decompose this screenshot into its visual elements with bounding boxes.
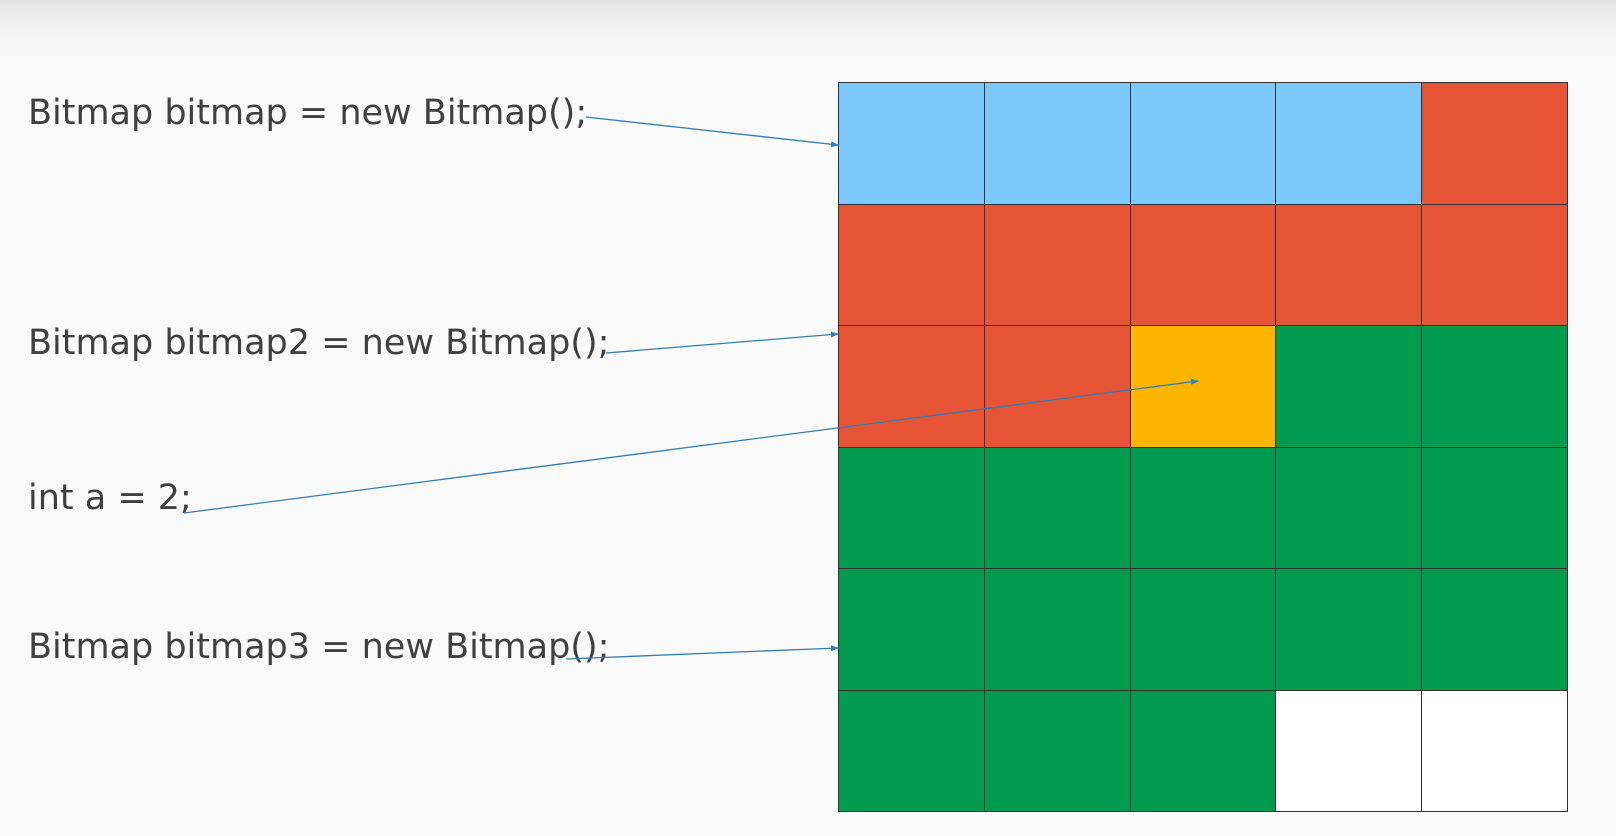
memory-cell-green [838, 446, 984, 568]
memory-cell-blue [983, 82, 1130, 204]
memory-cell-green [1421, 446, 1567, 568]
code-label-bitmap: Bitmap bitmap = new Bitmap(); [28, 93, 588, 133]
memory-cell-white [1421, 689, 1567, 811]
memory-cell-green [838, 568, 984, 690]
memory-cell-red [1421, 82, 1567, 204]
memory-cell-green [1421, 568, 1567, 690]
memory-cell-blue [1129, 82, 1276, 204]
memory-cell-yellow [1129, 325, 1276, 447]
memory-cell-green [1129, 568, 1276, 690]
memory-cell-red [983, 203, 1130, 325]
code-label-bitmap3: Bitmap bitmap3 = new Bitmap(); [28, 627, 610, 667]
arrow-bitmap [585, 116, 839, 148]
memory-cell-green [1421, 325, 1567, 447]
code-label-int-a: int a = 2; [28, 478, 192, 518]
memory-cell-red [1129, 203, 1276, 325]
memory-cell-green [1275, 446, 1422, 568]
memory-cell-red [983, 325, 1130, 447]
memory-grid [838, 82, 1568, 812]
memory-cell-red [838, 203, 984, 325]
memory-cell-green [983, 568, 1130, 690]
memory-cell-green [838, 689, 984, 811]
memory-cell-red [1275, 203, 1422, 325]
memory-cell-green [1129, 446, 1276, 568]
code-label-bitmap2: Bitmap bitmap2 = new Bitmap(); [28, 323, 610, 363]
memory-cell-red [838, 325, 984, 447]
memory-cell-green [1275, 568, 1422, 690]
memory-cell-white [1275, 689, 1422, 811]
memory-cell-green [1275, 325, 1422, 447]
arrow-bitmap2 [605, 331, 839, 354]
memory-cell-green [1129, 689, 1276, 811]
memory-cell-green [983, 446, 1130, 568]
memory-cell-red [1421, 203, 1567, 325]
memory-cell-blue [838, 82, 984, 204]
memory-cell-blue [1275, 82, 1422, 204]
memory-cell-green [983, 689, 1130, 811]
